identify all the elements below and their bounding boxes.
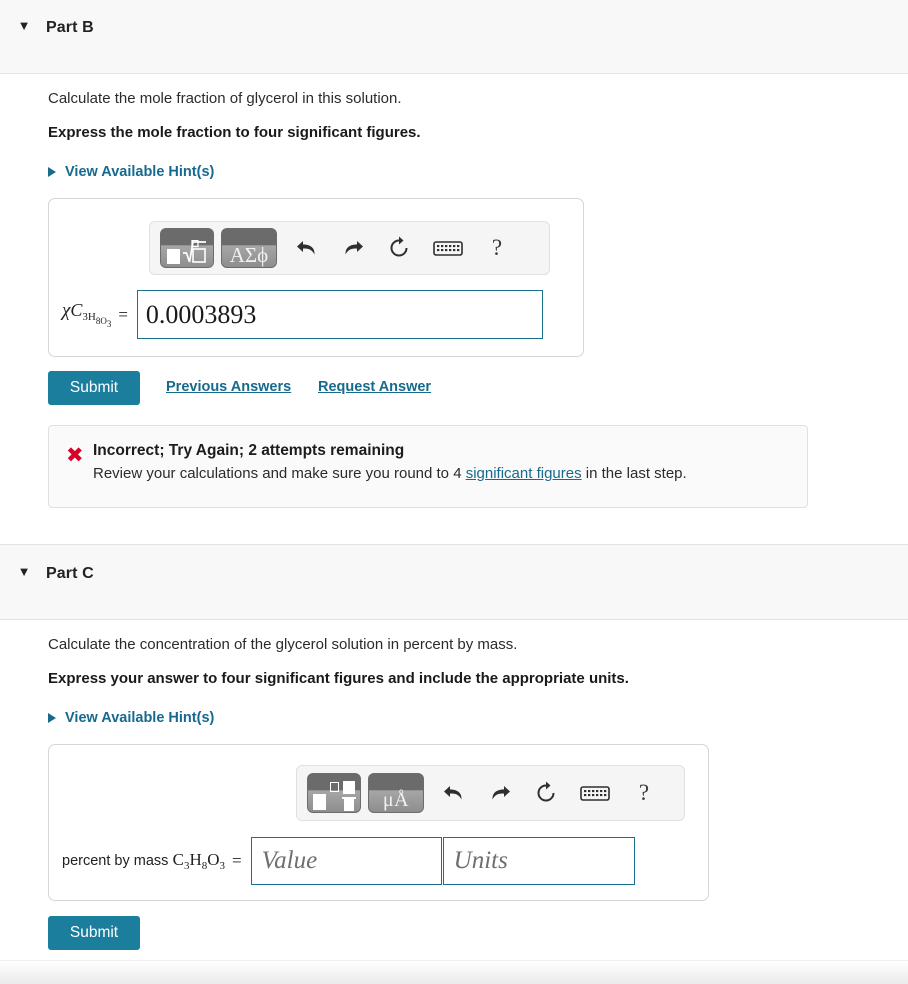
- part-b-submit-button[interactable]: Submit: [48, 371, 140, 405]
- part-b-feedback-detail: Review your calculations and make sure y…: [93, 465, 687, 482]
- greek-letters-label: ΑΣϕ: [229, 242, 269, 267]
- part-c-equals-sign: =: [232, 851, 242, 870]
- part-b-answer-label: χC3H8O3: [62, 300, 112, 329]
- part-c-title: Part C: [46, 565, 94, 582]
- collapse-caret-icon[interactable]: ▼: [0, 565, 46, 578]
- reset-icon[interactable]: [376, 228, 422, 268]
- units-button[interactable]: μÅ: [368, 773, 424, 813]
- part-b-feedback-box: ✖ Incorrect; Try Again; 2 attempts remai…: [48, 425, 808, 508]
- help-question-mark: ?: [638, 780, 650, 805]
- feedback-text-after: in the last step.: [581, 465, 687, 482]
- radical-glyph: [183, 240, 206, 263]
- square-root-template-button[interactable]: [160, 228, 214, 268]
- part-c-answer-row: percent by mass C3H8O3 =: [62, 837, 635, 885]
- help-icon[interactable]: ?: [621, 773, 667, 813]
- part-c-view-hints[interactable]: View Available Hint(s): [48, 710, 214, 726]
- part-b-answer-input[interactable]: [136, 290, 543, 339]
- part-c-hints-label: View Available Hint(s): [65, 710, 215, 726]
- part-b-hints-label: View Available Hint(s): [65, 164, 215, 180]
- part-b-header[interactable]: ▼ Part B: [0, 0, 908, 74]
- keyboard-icon[interactable]: [569, 773, 621, 813]
- incorrect-x-icon: ✖: [66, 443, 84, 467]
- part-c-header[interactable]: ▼ Part C: [0, 544, 908, 620]
- part-c-answer-label: percent by mass C3H8O3: [62, 850, 226, 872]
- part-c-math-toolbar[interactable]: μÅ ?: [296, 765, 685, 821]
- part-b-title: Part B: [46, 19, 94, 36]
- part-c-question-text: Calculate the concentration of the glyce…: [48, 636, 518, 653]
- mastering-chemistry-problem-page: ▼ Part B Calculate the mole fraction of …: [0, 0, 908, 984]
- part-b-view-hints[interactable]: View Available Hint(s): [48, 164, 214, 180]
- part-c-submit-button[interactable]: Submit: [48, 916, 140, 950]
- help-icon[interactable]: ?: [474, 228, 520, 268]
- part-b-answer-row: χC3H8O3 =: [62, 290, 543, 339]
- greek-symbols-button[interactable]: ΑΣϕ: [221, 228, 277, 268]
- reset-icon[interactable]: [523, 773, 569, 813]
- part-b-request-answer-link[interactable]: Request Answer: [318, 379, 431, 395]
- feedback-text-before: Review your calculations and make sure y…: [93, 465, 466, 482]
- redo-icon[interactable]: [477, 773, 523, 813]
- part-b-math-toolbar[interactable]: ΑΣϕ ?: [149, 221, 550, 275]
- part-c-units-input[interactable]: [442, 837, 635, 885]
- part-b-question-text: Calculate the mole fraction of glycerol …: [48, 90, 402, 107]
- expand-triangle-icon[interactable]: [48, 167, 56, 177]
- part-b-feedback-body: Incorrect; Try Again; 2 attempts remaini…: [93, 426, 687, 507]
- significant-figures-link[interactable]: significant figures: [466, 465, 582, 482]
- part-b-feedback-title: Incorrect; Try Again; 2 attempts remaini…: [93, 442, 405, 459]
- fraction-template-button[interactable]: [307, 773, 361, 813]
- expand-triangle-icon[interactable]: [48, 713, 56, 723]
- help-question-mark: ?: [491, 235, 503, 260]
- keyboard-icon[interactable]: [422, 228, 474, 268]
- square-root-icon: [165, 236, 209, 266]
- part-b-equals-sign: =: [118, 304, 128, 324]
- units-label: μÅ: [382, 789, 410, 811]
- redo-icon[interactable]: [330, 228, 376, 268]
- undo-icon[interactable]: [431, 773, 477, 813]
- undo-icon[interactable]: [284, 228, 330, 268]
- part-b-instruction-text: Express the mole fraction to four signif…: [48, 124, 421, 141]
- part-c-value-input[interactable]: [250, 837, 442, 885]
- page-footer-strip: [0, 960, 908, 984]
- part-c-instruction-text: Express your answer to four significant …: [48, 670, 629, 687]
- collapse-caret-icon[interactable]: ▼: [0, 19, 46, 32]
- part-b-previous-answers-link[interactable]: Previous Answers: [166, 379, 291, 395]
- fraction-icon: [312, 781, 356, 811]
